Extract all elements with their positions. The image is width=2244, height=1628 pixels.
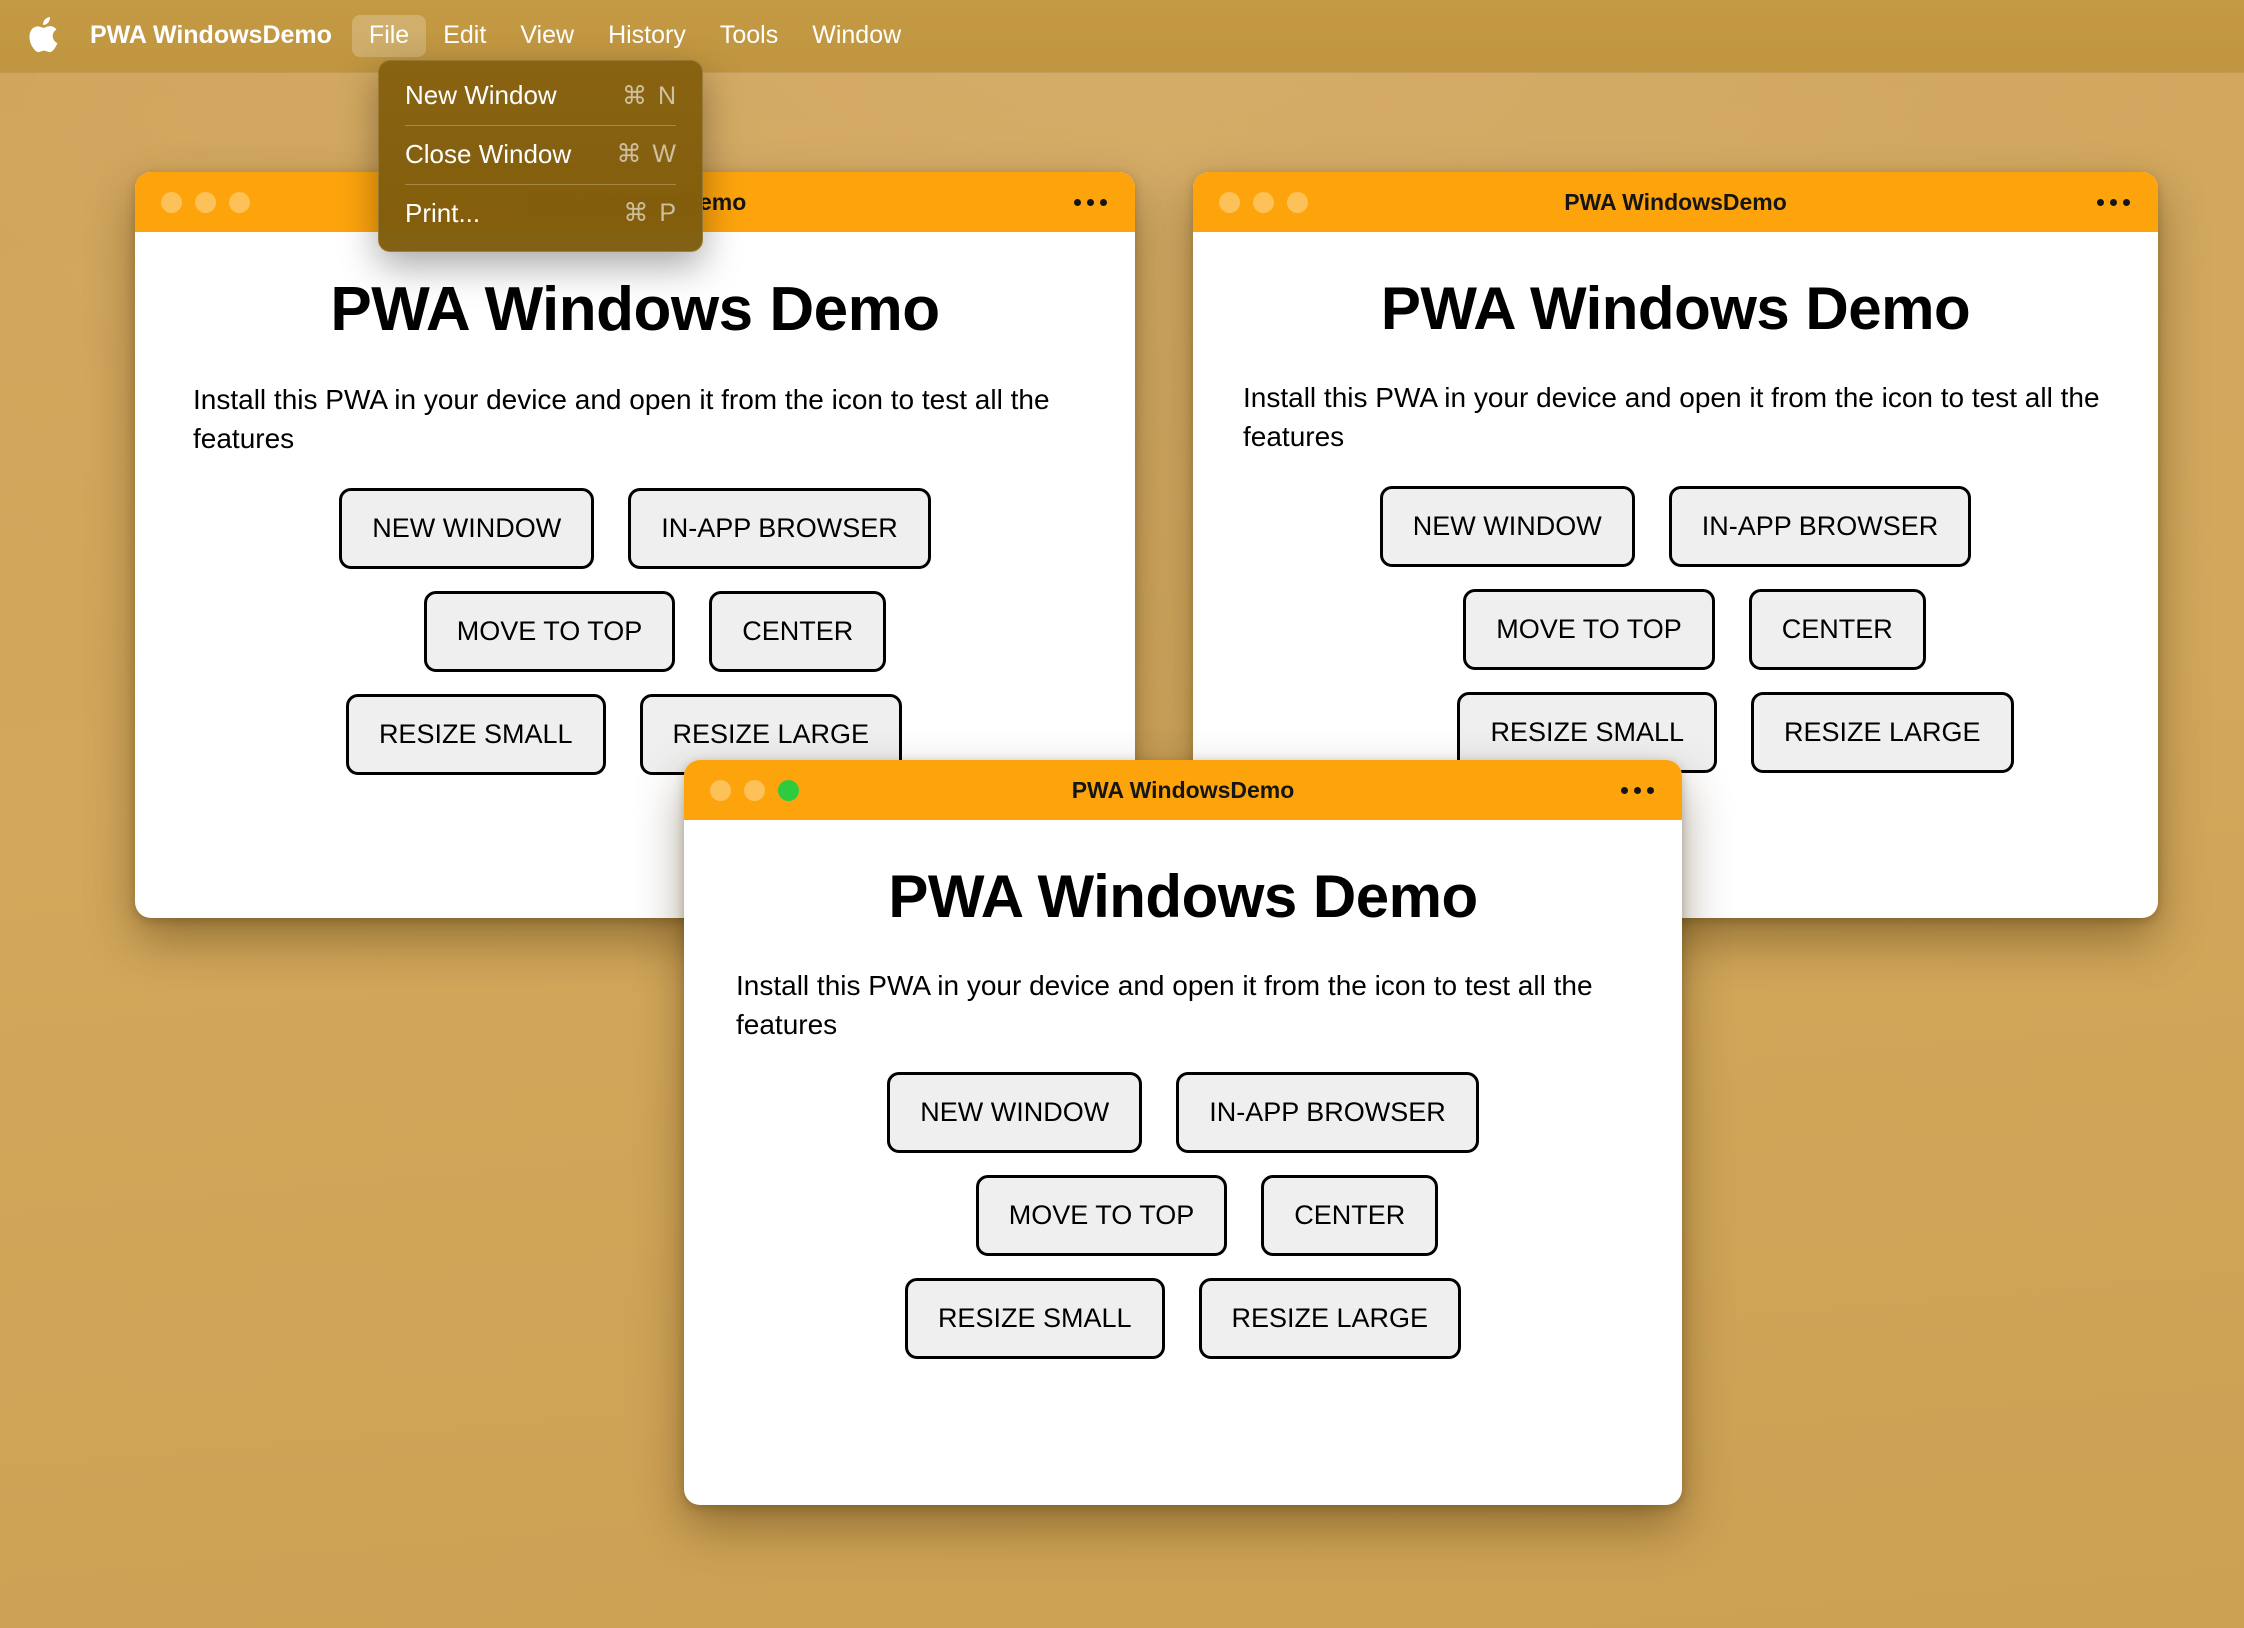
window-3-traffic-lights — [710, 779, 799, 801]
window-1-paragraph: Install this PWA in your device and open… — [193, 384, 1050, 454]
menu-item-shortcut: ⌘ P — [623, 199, 678, 228]
move-to-top-button[interactable]: MOVE TO TOP — [423, 591, 676, 673]
window-2-title: PWA WindowsDemo — [1564, 188, 1787, 215]
window-3-heading: PWA Windows Demo — [888, 863, 1478, 930]
center-button[interactable]: CENTER — [709, 591, 887, 673]
new-window-button[interactable]: NEW WINDOW — [887, 1072, 1143, 1154]
close-light-icon[interactable] — [710, 779, 731, 801]
maximize-light-icon[interactable] — [1287, 191, 1308, 213]
button-row: NEW WINDOW IN-APP BROWSER — [887, 1072, 1479, 1154]
window-1-body: PWA Windows Demo Install this PWA in you… — [135, 274, 1135, 776]
move-to-top-button[interactable]: MOVE TO TOP — [975, 1175, 1228, 1257]
menu-separator — [405, 124, 676, 126]
window-2-traffic-lights — [1219, 191, 1308, 213]
menu-item-label: Close Window — [405, 138, 572, 169]
center-button[interactable]: CENTER — [1261, 1175, 1439, 1257]
close-light-icon[interactable] — [1219, 191, 1240, 213]
menu-item-label: Print... — [405, 197, 481, 228]
menu-item-new-window[interactable]: New Window ⌘ N — [379, 69, 702, 123]
maximize-light-icon[interactable] — [229, 191, 250, 213]
button-row: MOVE TO TOP CENTER — [423, 591, 887, 673]
window-3-title: PWA WindowsDemo — [1071, 776, 1295, 803]
window-2-paragraph: Install this PWA in your device and open… — [1243, 382, 2100, 452]
ellipsis-icon[interactable] — [1621, 786, 1654, 794]
window-1-traffic-lights — [161, 191, 250, 213]
window-3-body: PWA Windows Demo Install this PWA in you… — [684, 862, 1682, 1360]
menubar-item-tools[interactable]: Tools — [703, 15, 795, 57]
resize-small-button[interactable]: RESIZE SMALL — [345, 694, 606, 776]
window-2-heading: PWA Windows Demo — [1380, 275, 1971, 342]
menu-item-close-window[interactable]: Close Window ⌘ W — [379, 128, 702, 182]
menu-separator — [405, 183, 676, 185]
menu-item-shortcut: ⌘ W — [616, 140, 678, 169]
pwa-window-3[interactable]: PWA WindowsDemo PWA Windows Demo Install… — [684, 760, 1682, 1505]
close-light-icon[interactable] — [161, 191, 182, 213]
ellipsis-icon[interactable] — [1074, 198, 1107, 206]
window-2-body: PWA Windows Demo Install this PWA in you… — [1193, 274, 2158, 774]
menu-bar: PWA WindowsDemo File Edit View History T… — [0, 0, 2244, 72]
apple-logo-icon[interactable] — [26, 15, 60, 55]
window-3-titlebar[interactable]: PWA WindowsDemo — [684, 760, 1682, 820]
window-2-button-grid: NEW WINDOW IN-APP BROWSER MOVE TO TOP CE… — [1243, 486, 2108, 774]
minimize-light-icon[interactable] — [744, 779, 765, 801]
menu-item-shortcut: ⌘ N — [622, 81, 678, 110]
center-button[interactable]: CENTER — [1748, 589, 1926, 671]
window-3-paragraph: Install this PWA in your device and open… — [736, 970, 1593, 1040]
minimize-light-icon[interactable] — [195, 191, 216, 213]
window-1-button-grid: NEW WINDOW IN-APP BROWSER MOVE TO TOP CE… — [193, 488, 1077, 776]
button-row: NEW WINDOW IN-APP BROWSER — [1379, 486, 1972, 568]
menubar-item-file[interactable]: File — [351, 15, 427, 57]
minimize-light-icon[interactable] — [1253, 191, 1274, 213]
button-row: MOVE TO TOP CENTER — [975, 1175, 1439, 1257]
menubar-item-window[interactable]: Window — [795, 15, 918, 57]
menubar-item-history[interactable]: History — [591, 15, 703, 57]
window-1-heading: PWA Windows Demo — [330, 275, 940, 344]
menu-item-print[interactable]: Print... ⌘ P — [379, 187, 702, 241]
new-window-button[interactable]: NEW WINDOW — [339, 488, 595, 570]
ellipsis-icon[interactable] — [2097, 198, 2130, 206]
window-3-button-grid: NEW WINDOW IN-APP BROWSER MOVE TO TOP CE… — [736, 1072, 1630, 1360]
menu-item-label: New Window — [405, 80, 557, 110]
window-2-titlebar[interactable]: PWA WindowsDemo — [1193, 172, 2158, 232]
button-row: NEW WINDOW IN-APP BROWSER — [339, 488, 931, 570]
new-window-button[interactable]: NEW WINDOW — [1379, 486, 1635, 568]
resize-large-button[interactable]: RESIZE LARGE — [1751, 692, 2014, 774]
maximize-light-icon[interactable] — [778, 779, 799, 801]
menubar-item-view[interactable]: View — [503, 15, 591, 57]
button-row: MOVE TO TOP CENTER — [1463, 589, 1926, 671]
resize-large-button[interactable]: RESIZE LARGE — [1198, 1278, 1462, 1360]
in-app-browser-button[interactable]: IN-APP BROWSER — [1176, 1072, 1479, 1154]
in-app-browser-button[interactable]: IN-APP BROWSER — [1668, 486, 1972, 568]
file-menu-dropdown[interactable]: New Window ⌘ N Close Window ⌘ W Print...… — [378, 60, 703, 252]
move-to-top-button[interactable]: MOVE TO TOP — [1463, 589, 1715, 671]
resize-small-button[interactable]: RESIZE SMALL — [904, 1278, 1165, 1360]
button-row: RESIZE SMALL RESIZE LARGE — [904, 1278, 1462, 1360]
menubar-app-name[interactable]: PWA WindowsDemo — [88, 15, 352, 57]
menubar-item-edit[interactable]: Edit — [426, 15, 503, 57]
in-app-browser-button[interactable]: IN-APP BROWSER — [628, 488, 931, 570]
